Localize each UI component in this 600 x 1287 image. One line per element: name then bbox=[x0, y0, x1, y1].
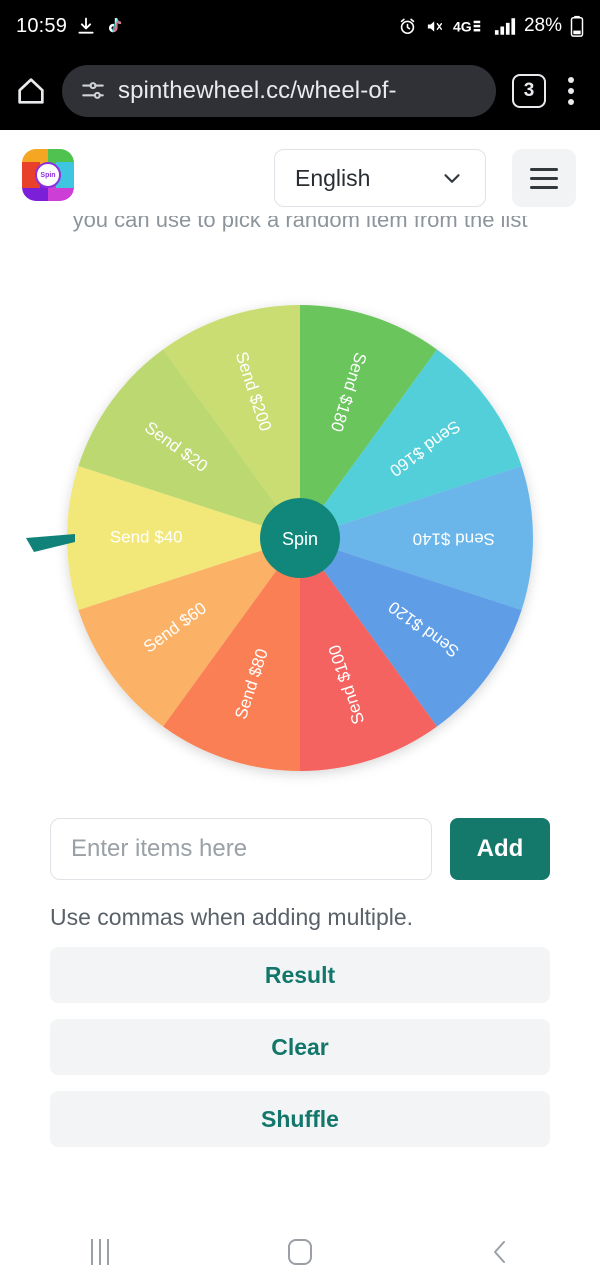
battery-percent-label: 28% bbox=[523, 15, 562, 36]
back-button[interactable] bbox=[400, 1238, 600, 1266]
permissions-icon[interactable] bbox=[80, 78, 106, 104]
add-button[interactable]: Add bbox=[450, 818, 550, 880]
spin-button-label: Spin bbox=[282, 529, 318, 549]
language-label: English bbox=[295, 164, 371, 191]
entry-hint: Use commas when adding multiple. bbox=[50, 904, 414, 930]
battery-icon bbox=[570, 15, 584, 37]
site-logo[interactable]: Spin bbox=[22, 149, 74, 201]
recents-button[interactable] bbox=[0, 1239, 200, 1265]
logo-spin-label: Spin bbox=[35, 162, 61, 188]
wheel-segment-label: Send $140 bbox=[413, 530, 495, 549]
overflow-menu-icon[interactable] bbox=[556, 77, 586, 105]
home-icon[interactable] bbox=[14, 74, 48, 108]
tab-counter-button[interactable]: 3 bbox=[512, 74, 546, 108]
home-button[interactable] bbox=[200, 1239, 400, 1265]
download-icon bbox=[76, 16, 96, 36]
item-entry-row: Add bbox=[50, 818, 550, 880]
language-selector[interactable]: English bbox=[274, 149, 486, 207]
home-icon bbox=[288, 1239, 312, 1265]
url-text: spinthewheel.cc/wheel-of- bbox=[118, 77, 397, 104]
signal-icon bbox=[494, 17, 516, 36]
hamburger-icon[interactable] bbox=[512, 149, 576, 207]
page-tagline: you can use to pick a random item from t… bbox=[0, 216, 600, 284]
back-icon bbox=[487, 1238, 513, 1266]
wheel-container[interactable]: Send $180 Send $160 Send $140 Send $120 Send… bbox=[0, 290, 600, 810]
wheel-segment-label: Send $40 bbox=[110, 527, 183, 546]
address-bar[interactable]: spinthewheel.cc/wheel-of- bbox=[62, 65, 496, 117]
shuffle-button[interactable]: Shuffle bbox=[50, 1091, 550, 1147]
web-page-content: Spin English you can use to pick a rando… bbox=[0, 130, 600, 1217]
tiktok-icon bbox=[105, 16, 124, 36]
alarm-icon bbox=[398, 17, 417, 36]
chevron-down-icon bbox=[439, 165, 465, 191]
status-bar-right: 4G 28% bbox=[398, 15, 584, 37]
android-nav-bar bbox=[0, 1217, 600, 1287]
recents-icon bbox=[91, 1239, 109, 1265]
wheel-controls: Add Use commas when adding multiple. Res… bbox=[0, 818, 600, 1147]
status-bar-left: 10:59 bbox=[16, 15, 124, 38]
network-type-icon: 4G bbox=[453, 17, 486, 36]
result-button[interactable]: Result bbox=[50, 947, 550, 1003]
browser-toolbar: spinthewheel.cc/wheel-of- 3 bbox=[0, 52, 600, 130]
mute-icon bbox=[425, 17, 445, 36]
status-clock: 10:59 bbox=[16, 14, 68, 37]
items-input[interactable] bbox=[50, 818, 432, 880]
site-header: Spin English bbox=[0, 130, 600, 220]
android-status-bar: 10:59 4G 28% bbox=[0, 0, 600, 52]
svg-text:4G: 4G bbox=[453, 18, 472, 34]
spin-wheel[interactable]: Send $180Send $160Send $140Send $120Send… bbox=[0, 290, 600, 810]
clear-button[interactable]: Clear bbox=[50, 1019, 550, 1075]
